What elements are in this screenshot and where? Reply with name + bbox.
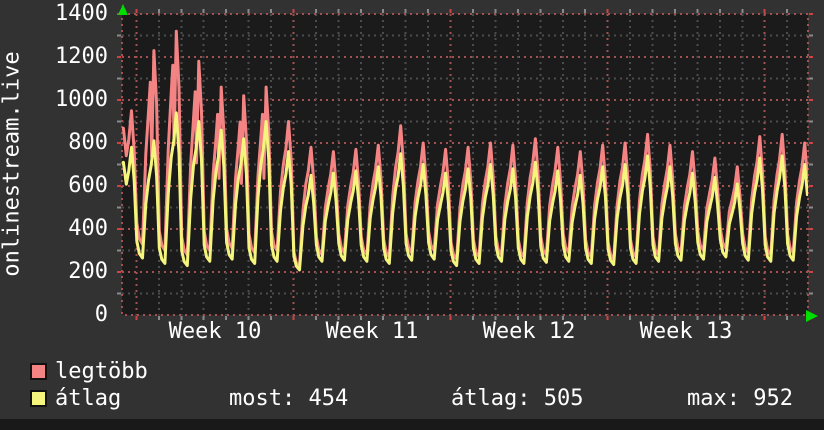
legend-swatch-legtobb	[30, 363, 47, 380]
x-week-label: Week 13	[639, 319, 733, 344]
legend-label-atlag: átlag	[55, 386, 122, 411]
y-tick-label: 1400	[55, 1, 108, 26]
stat-most: most: 454	[229, 386, 349, 411]
x-week-label: Week 11	[325, 319, 419, 344]
bottom-border-strip	[0, 419, 824, 430]
legend-swatch-atlag	[30, 390, 47, 407]
stat-atlag: átlag: 505	[451, 386, 584, 411]
y-tick-label: 800	[68, 130, 108, 155]
legend-label-legtobb: legtöbb	[55, 359, 148, 384]
x-week-label: Week 10	[168, 319, 262, 344]
y-tick-label: 1200	[55, 44, 108, 69]
y-axis-arrow-icon	[118, 4, 128, 15]
x-axis-arrow-icon	[806, 310, 818, 322]
y-tick-label: 1000	[55, 87, 108, 112]
y-tick-label: 0	[94, 302, 108, 327]
x-week-label: Week 12	[482, 319, 576, 344]
y-tick-label: 200	[68, 259, 108, 284]
graph-container: onlinestream.live 0 200 400 600 800 1000 1200 1…	[0, 0, 824, 430]
y-tick-label: 600	[68, 173, 108, 198]
y-tick-label: 400	[68, 216, 108, 241]
stat-max: max: 952	[687, 386, 793, 411]
y-axis-title: onlinestream.live	[0, 51, 25, 277]
